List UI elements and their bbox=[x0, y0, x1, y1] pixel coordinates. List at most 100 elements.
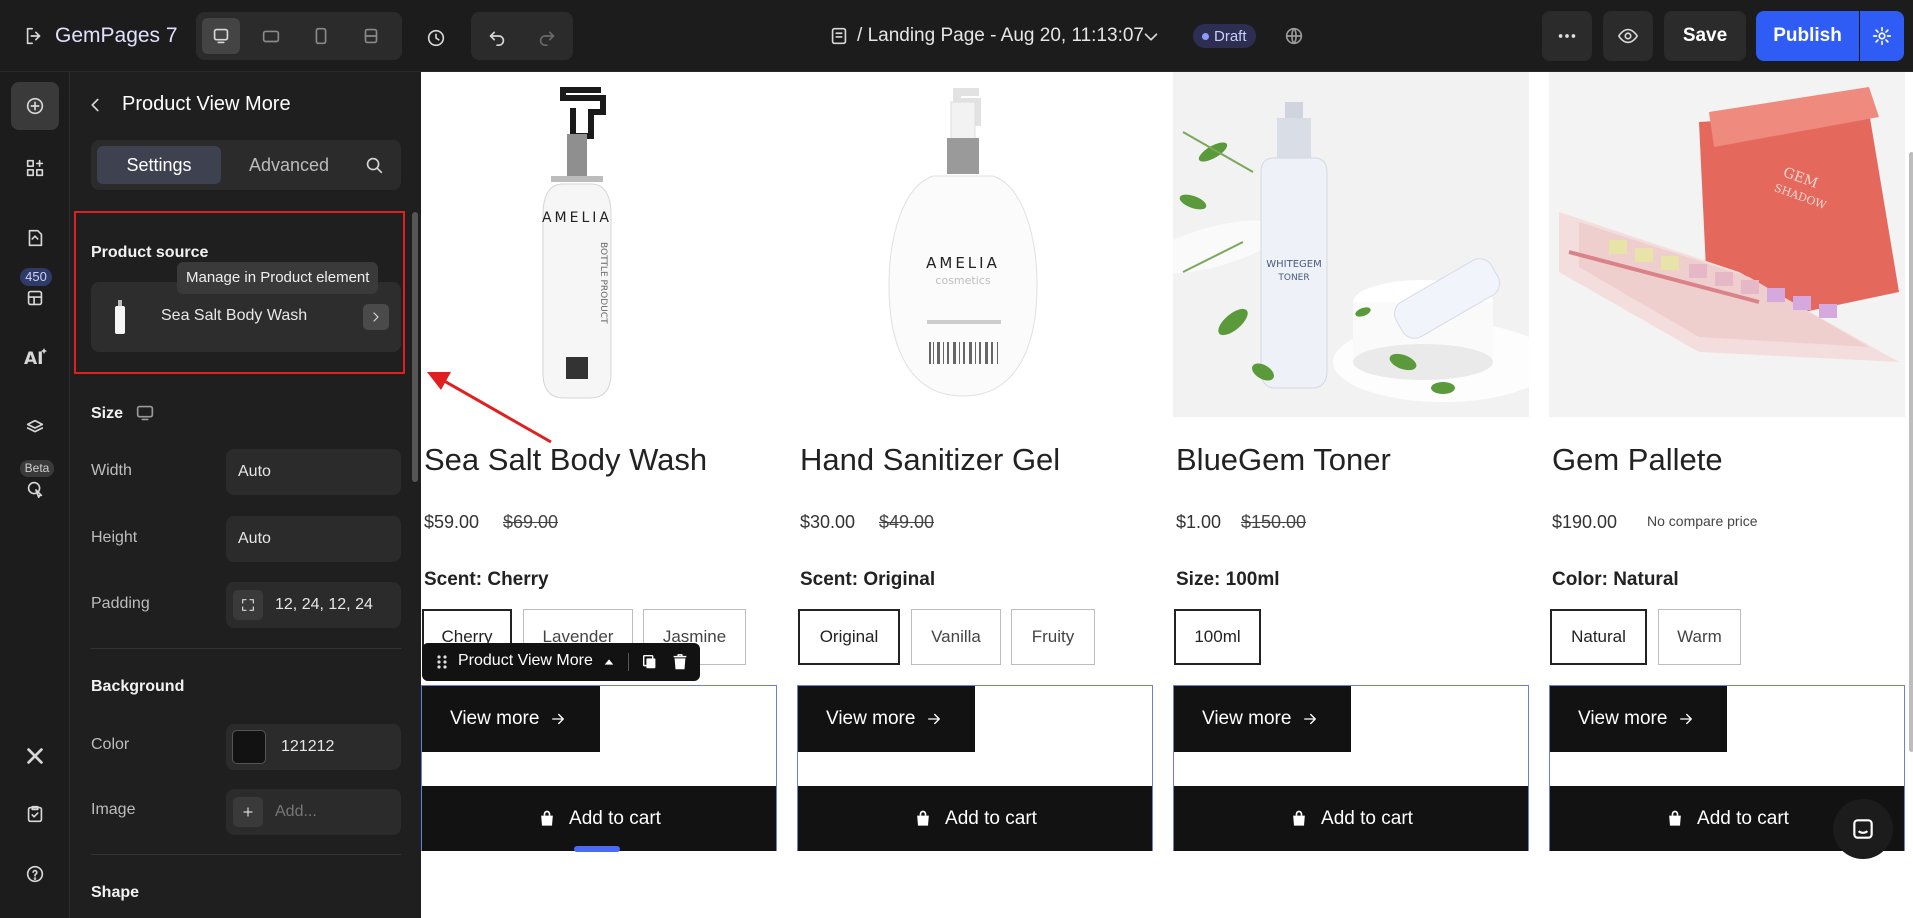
more-options-icon[interactable] bbox=[1542, 11, 1592, 61]
variant-option[interactable]: Vanilla bbox=[911, 609, 1001, 665]
variant-option[interactable]: 100ml bbox=[1174, 609, 1261, 665]
view-more-button[interactable]: View more bbox=[798, 686, 975, 752]
panel-scrollbar[interactable] bbox=[412, 212, 418, 482]
view-more-button[interactable]: View more bbox=[1174, 686, 1351, 752]
product-title[interactable]: BlueGem Toner bbox=[1176, 442, 1391, 478]
option-label: Size: 100ml bbox=[1176, 569, 1280, 590]
page-path[interactable]: / Landing Page - Aug 20, 11:13:07 bbox=[857, 25, 1144, 47]
library-icon[interactable] bbox=[23, 286, 47, 310]
exit-icon[interactable] bbox=[22, 24, 46, 48]
variant-option[interactable]: Warm bbox=[1658, 609, 1741, 665]
desktop-icon[interactable] bbox=[202, 18, 240, 54]
tablet-landscape-icon[interactable] bbox=[252, 18, 290, 54]
view-more-button[interactable]: View more bbox=[422, 686, 600, 752]
search-icon[interactable] bbox=[363, 154, 385, 176]
shape-section-label: Shape bbox=[91, 884, 140, 901]
add-element-icon[interactable] bbox=[11, 82, 59, 130]
image-label: Image bbox=[91, 801, 136, 818]
tab-settings[interactable]: Settings bbox=[97, 146, 221, 184]
app-name: GemPages 7 bbox=[55, 24, 178, 47]
arrow-right-icon bbox=[1304, 713, 1317, 725]
delete-trash-icon[interactable] bbox=[670, 652, 690, 672]
height-label: Height bbox=[91, 529, 138, 546]
compare-price: $150.00 bbox=[1241, 512, 1307, 532]
page-templates-icon[interactable] bbox=[23, 226, 47, 250]
variant-option[interactable]: Fruity bbox=[1011, 609, 1095, 665]
history-icon[interactable] bbox=[420, 24, 452, 52]
help-icon[interactable] bbox=[23, 862, 47, 886]
selection-toolbar: Product View More bbox=[422, 643, 700, 681]
back-chevron-icon[interactable] bbox=[84, 94, 106, 116]
image-field[interactable]: Add... bbox=[226, 789, 401, 835]
product-image[interactable]: WHITEGEM TONER bbox=[1173, 72, 1529, 417]
product-title[interactable]: Gem Pallete bbox=[1552, 442, 1723, 478]
padding-value: 12, 24, 12, 24 bbox=[275, 596, 373, 613]
product-title[interactable]: Hand Sanitizer Gel bbox=[800, 442, 1060, 478]
option-label: Scent: Cherry bbox=[424, 569, 549, 590]
product-view-more-block[interactable]: View more Add to cart bbox=[421, 685, 777, 852]
x-brand-icon[interactable] bbox=[23, 744, 47, 768]
preview-eye-icon[interactable] bbox=[1603, 11, 1653, 61]
padding-icon[interactable] bbox=[233, 590, 263, 620]
add-to-cart-label: Add to cart bbox=[945, 807, 1037, 829]
compare-price: $69.00 bbox=[503, 512, 559, 532]
cursor-location-icon[interactable] bbox=[23, 477, 47, 501]
height-field[interactable]: Auto bbox=[226, 516, 401, 562]
publish-settings-gear-icon[interactable] bbox=[1860, 11, 1904, 61]
product-image[interactable]: AMELIA cosmetics bbox=[797, 72, 1153, 417]
layers-icon[interactable] bbox=[23, 416, 47, 440]
add-to-cart-button[interactable]: Add to cart bbox=[1174, 786, 1528, 851]
product-view-more-block[interactable]: View more Add to cart bbox=[797, 685, 1153, 851]
padding-label: Padding bbox=[91, 595, 150, 612]
resize-handle[interactable] bbox=[574, 846, 620, 852]
page-title: Landing Page - Aug 20, 11:13:07 bbox=[867, 25, 1144, 46]
checklist-icon[interactable] bbox=[23, 802, 47, 826]
status-text: Draft bbox=[1214, 27, 1247, 45]
width-label: Width bbox=[91, 462, 132, 479]
redo-icon[interactable] bbox=[527, 18, 567, 54]
rail-badge: 450 bbox=[20, 268, 52, 286]
annotation-arrow bbox=[427, 372, 552, 444]
chat-launcher-icon[interactable] bbox=[1833, 799, 1893, 859]
selection-label[interactable]: Product View More bbox=[458, 652, 593, 670]
compare-price: $49.00 bbox=[879, 512, 935, 532]
save-button[interactable]: Save bbox=[1664, 11, 1746, 61]
sections-icon[interactable] bbox=[23, 156, 47, 180]
view-more-label: View more bbox=[1578, 708, 1668, 729]
variant-option[interactable]: Original bbox=[798, 609, 900, 665]
desktop-icon bbox=[134, 402, 156, 424]
variant-option[interactable]: Natural bbox=[1550, 609, 1647, 665]
section-divider bbox=[91, 648, 401, 649]
add-to-cart-button[interactable]: Add to cart bbox=[422, 786, 776, 851]
product-view-more-block[interactable]: View more Add to cart bbox=[1173, 685, 1529, 851]
shopping-bag-icon bbox=[1293, 810, 1305, 826]
globe-icon[interactable] bbox=[1282, 24, 1306, 48]
padding-field[interactable]: 12, 24, 12, 24 bbox=[226, 582, 401, 628]
drag-handle-icon[interactable] bbox=[434, 653, 450, 671]
caret-up-icon[interactable] bbox=[602, 654, 616, 670]
tab-advanced[interactable]: Advanced bbox=[227, 146, 351, 184]
color-swatch[interactable] bbox=[232, 730, 266, 764]
image-placeholder: Add... bbox=[275, 803, 317, 820]
page-icon bbox=[828, 25, 850, 47]
chevron-right-icon[interactable] bbox=[363, 304, 389, 330]
duplicate-icon[interactable] bbox=[640, 652, 660, 672]
plus-icon[interactable] bbox=[233, 797, 263, 827]
width-field[interactable]: Auto bbox=[226, 449, 401, 495]
status-badge: Draft bbox=[1193, 24, 1256, 48]
page-path-prefix: / bbox=[857, 25, 863, 46]
undo-icon[interactable] bbox=[477, 18, 517, 54]
undo-redo-group bbox=[471, 12, 573, 60]
color-field[interactable]: 121212 bbox=[226, 724, 401, 770]
settings-panel: Product View More Settings Advanced Prod… bbox=[70, 72, 421, 918]
view-more-button[interactable]: View more bbox=[1550, 686, 1727, 752]
chevron-down-icon[interactable] bbox=[1140, 26, 1162, 48]
publish-button[interactable]: Publish bbox=[1756, 11, 1859, 61]
responsive-icon[interactable] bbox=[352, 18, 390, 54]
product-image[interactable]: GEM SHADOW bbox=[1549, 72, 1905, 417]
ai-icon[interactable]: AI bbox=[23, 344, 49, 370]
mobile-icon[interactable] bbox=[302, 18, 340, 54]
canvas-scrollbar[interactable] bbox=[1909, 152, 1913, 752]
arrow-right-icon bbox=[928, 713, 941, 725]
add-to-cart-button[interactable]: Add to cart bbox=[798, 786, 1152, 851]
